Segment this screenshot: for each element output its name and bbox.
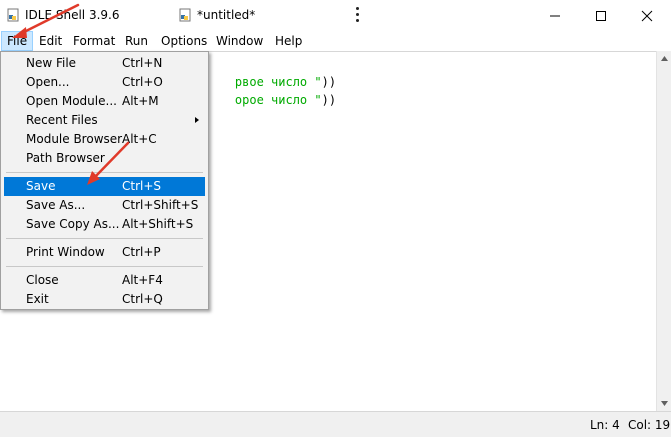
menu-separator bbox=[6, 266, 203, 267]
code-paren: )) bbox=[321, 93, 337, 107]
editor-window-title[interactable]: *untitled* bbox=[197, 8, 255, 22]
menu-item-module-browser[interactable]: Module Browser Alt+C bbox=[4, 130, 205, 149]
status-bar: Ln: 4 Col: 19 bbox=[0, 411, 671, 437]
file-menu-dropdown: New File Ctrl+N Open... Ctrl+O Open Modu… bbox=[0, 51, 209, 310]
menu-options[interactable]: Options bbox=[156, 31, 212, 51]
vertical-scrollbar[interactable] bbox=[656, 51, 671, 411]
more-vertical-icon[interactable] bbox=[354, 7, 360, 25]
menu-item-open[interactable]: Open... Ctrl+O bbox=[4, 73, 205, 92]
submenu-arrow-icon bbox=[195, 117, 199, 123]
menu-item-save[interactable]: Save Ctrl+S bbox=[4, 177, 205, 196]
title-bar: IDLE Shell 3.9.6 *untitled* bbox=[0, 0, 671, 31]
code-line-1: рвое число ")) bbox=[206, 55, 336, 89]
menu-separator bbox=[6, 238, 203, 239]
menu-item-open-module[interactable]: Open Module... Alt+M bbox=[4, 92, 205, 111]
code-line-2: орое число ")) bbox=[206, 73, 336, 107]
shell-window-title[interactable]: IDLE Shell 3.9.6 bbox=[25, 8, 119, 22]
python-file-icon bbox=[179, 8, 191, 22]
python-file-icon bbox=[7, 8, 19, 22]
minimize-button[interactable] bbox=[532, 0, 578, 31]
menu-item-exit[interactable]: Exit Ctrl+Q bbox=[4, 290, 205, 309]
menu-format[interactable]: Format bbox=[68, 31, 120, 51]
menu-item-path-browser[interactable]: Path Browser bbox=[4, 149, 205, 168]
scroll-up-icon[interactable] bbox=[657, 51, 671, 66]
close-icon bbox=[641, 10, 653, 21]
status-column: Col: 19 bbox=[628, 418, 671, 432]
menu-window[interactable]: Window bbox=[211, 31, 268, 51]
menu-item-new-file[interactable]: New File Ctrl+N bbox=[4, 54, 205, 73]
status-line: Ln: 4 bbox=[590, 418, 620, 432]
menu-item-print-window[interactable]: Print Window Ctrl+P bbox=[4, 243, 205, 262]
code-string: орое число " bbox=[234, 93, 322, 107]
menu-bar: File Edit Format Run Options Window Help bbox=[0, 31, 671, 51]
menu-run[interactable]: Run bbox=[120, 31, 153, 51]
menu-item-save-as[interactable]: Save As... Ctrl+Shift+S bbox=[4, 196, 205, 215]
menu-edit[interactable]: Edit bbox=[34, 31, 67, 51]
menu-item-recent-files[interactable]: Recent Files bbox=[4, 111, 205, 130]
menu-help[interactable]: Help bbox=[270, 31, 307, 51]
menu-separator bbox=[6, 172, 203, 173]
maximize-icon bbox=[596, 10, 606, 21]
scroll-down-icon[interactable] bbox=[657, 396, 671, 411]
menu-item-save-copy-as[interactable]: Save Copy As... Alt+Shift+S bbox=[4, 215, 205, 234]
minimize-icon bbox=[550, 15, 560, 16]
maximize-button[interactable] bbox=[578, 0, 624, 31]
menu-item-close[interactable]: Close Alt+F4 bbox=[4, 271, 205, 290]
menu-file[interactable]: File bbox=[1, 31, 34, 51]
close-button[interactable] bbox=[624, 0, 670, 31]
